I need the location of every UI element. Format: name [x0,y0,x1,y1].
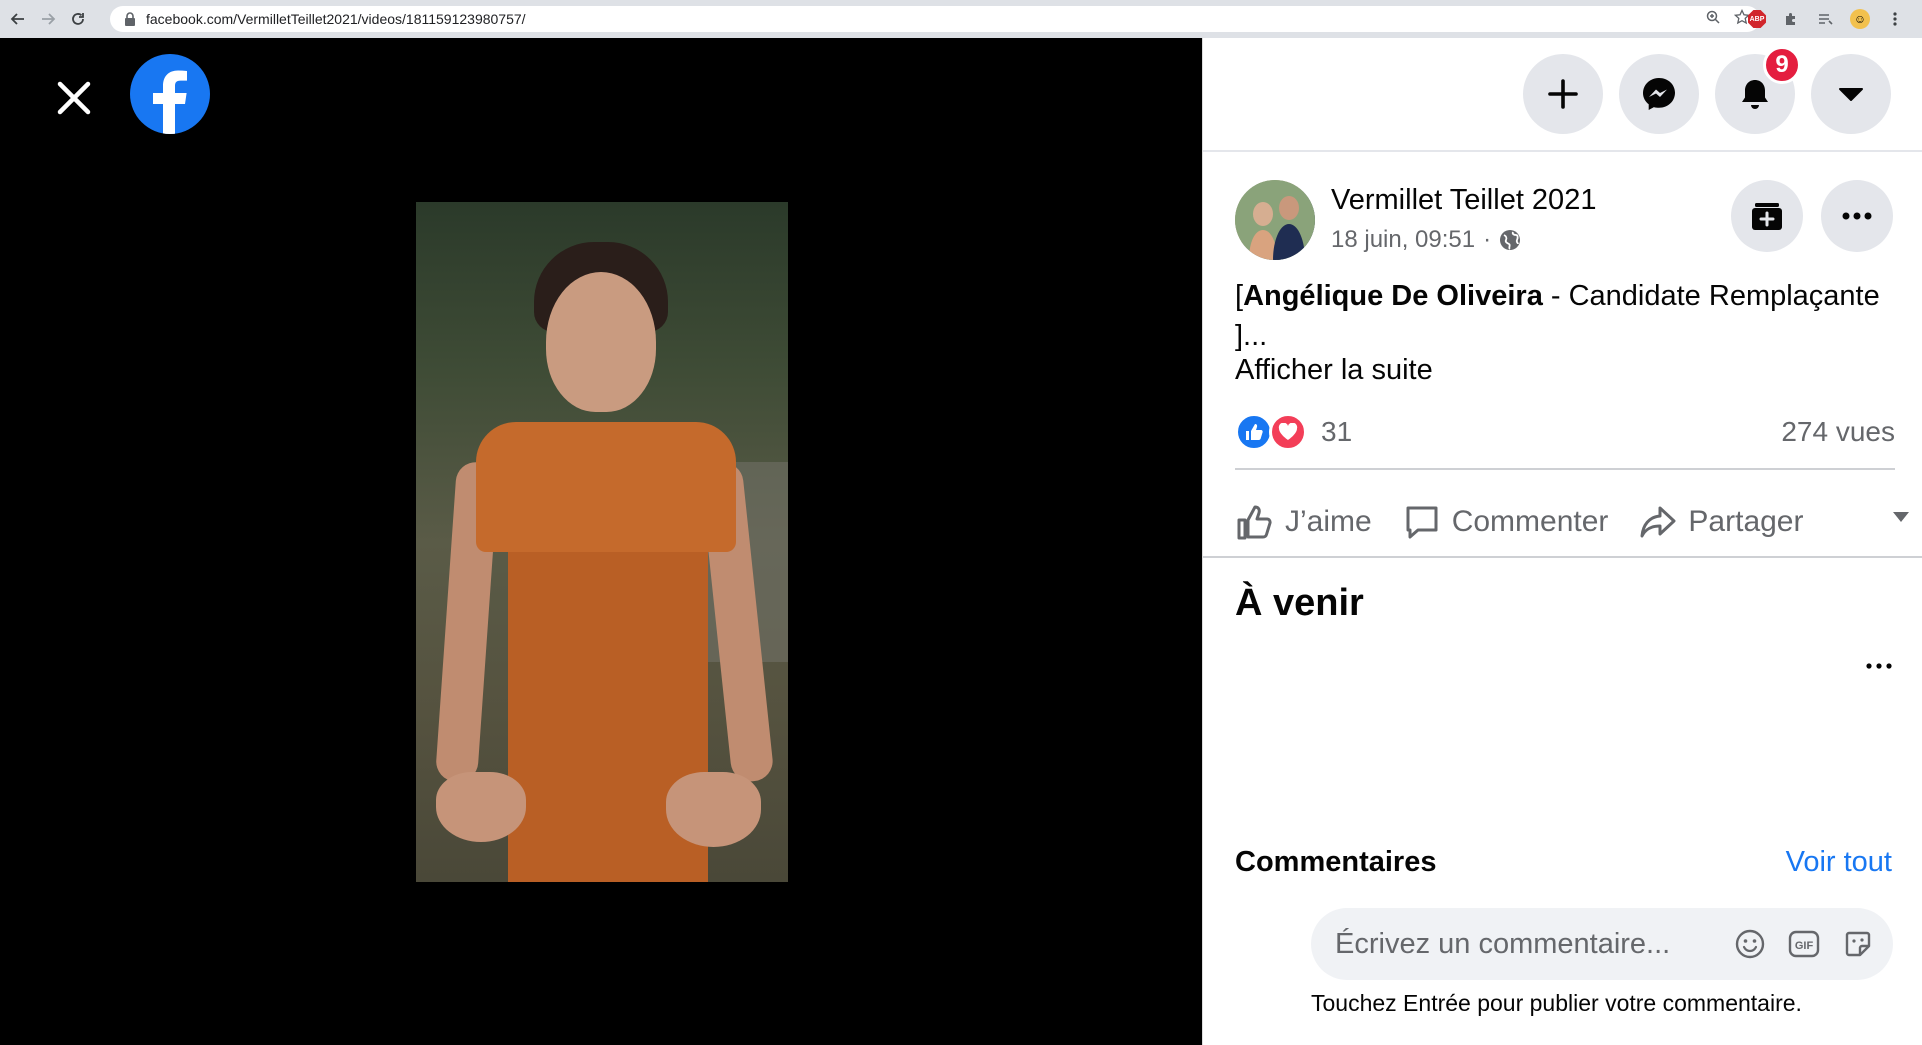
comment-composer[interactable]: GIF [1311,908,1893,980]
see-more-link[interactable]: Afficher la suite [1235,354,1433,387]
video-figure-hand [436,772,526,842]
post-text-continuation: ]... [1235,320,1268,352]
post-date[interactable]: 18 juin, 09:51 [1331,226,1475,254]
emoji-icon[interactable] [1733,927,1767,961]
more-dots-icon [1842,212,1872,220]
browser-chrome: facebook.com/VermilletTeillet2021/videos… [0,0,1922,38]
browser-nav [0,0,90,38]
close-icon[interactable] [52,76,96,120]
meta-separator: · [1483,226,1492,253]
upcoming-title: À venir [1235,582,1364,624]
forward-arrow-icon[interactable] [36,7,60,31]
profile-avatar-icon[interactable]: ☺ [1850,9,1870,29]
like-label: J’aime [1285,505,1372,538]
share-label: Partager [1688,505,1804,538]
reactions-row: 31 274 vues [1235,404,1895,460]
adblock-icon[interactable]: ABP [1748,10,1766,28]
video-figure-top [476,422,736,552]
lock-icon [125,12,135,26]
video-stage [0,38,1202,1045]
divider [1235,468,1895,470]
post-text-mention[interactable]: Angélique De Oliveira [1243,280,1543,312]
back-arrow-icon[interactable] [6,7,30,31]
composer-icons: GIF [1733,908,1875,980]
post-meta: 18 juin, 09:51 · [1331,226,1521,254]
love-reaction-icon [1269,413,1307,451]
top-actions-bar: 9 [1203,38,1922,152]
gif-icon[interactable]: GIF [1787,927,1821,961]
page-avatar[interactable] [1235,180,1315,260]
reaction-count[interactable]: 31 [1321,416,1352,448]
notifications-button[interactable]: 9 [1715,46,1801,134]
divider [1203,556,1922,558]
post-text: [Angélique De Oliveira - Candidate Rempl… [1235,276,1895,356]
upcoming-more-icon[interactable] [1866,648,1892,676]
like-reaction-icon [1235,413,1273,451]
share-arrow-icon [1640,506,1676,538]
comment-label: Commenter [1451,505,1609,538]
video-figure-hand [666,772,761,847]
post-more-button[interactable] [1821,180,1893,252]
reload-icon[interactable] [66,7,90,31]
bell-icon [1742,80,1768,109]
notification-count-badge: 9 [1763,46,1801,84]
messenger-icon [1643,78,1675,110]
address-bar[interactable]: facebook.com/VermilletTeillet2021/videos… [110,6,1760,32]
comment-button[interactable]: Commenter [1402,502,1609,542]
kebab-menu-icon[interactable] [1886,10,1904,28]
extensions-area: ABP ☺ [1748,0,1904,38]
video-player[interactable] [416,202,788,882]
post-text-bracket: [ [1235,280,1244,312]
reaction-icons[interactable] [1235,413,1307,451]
url-text: facebook.com/VermilletTeillet2021/videos… [146,11,526,27]
like-button[interactable]: J’aime [1235,502,1372,542]
thumbs-up-icon [1237,505,1272,540]
post-actions: J’aime Commenter Partager [1235,482,1915,562]
comment-bubble-icon [1406,506,1438,539]
reading-list-icon[interactable] [1816,10,1834,28]
see-all-comments-link[interactable]: Voir tout [1786,846,1892,879]
puzzle-icon[interactable] [1782,10,1800,28]
view-count: 274 vues [1781,416,1895,447]
share-button[interactable]: Partager [1638,502,1804,542]
comment-input[interactable] [1335,927,1715,961]
globe-icon [1500,230,1521,250]
page-name[interactable]: Vermillet Teillet 2021 [1331,184,1596,217]
post-header: Vermillet Teillet 2021 18 juin, 09:51 · [1235,180,1895,270]
caret-down-icon [1839,88,1863,101]
account-menu-button[interactable] [1811,54,1891,134]
share-options-caret-icon[interactable] [1893,512,1909,522]
save-bookmark-icon [1752,203,1782,230]
comment-hint: Touchez Entrée pour publier votre commen… [1311,990,1802,1016]
messenger-button[interactable] [1619,54,1699,134]
save-video-button[interactable] [1731,180,1803,252]
sticker-icon[interactable] [1841,927,1875,961]
create-button[interactable] [1523,54,1603,134]
post-side-panel: 9 Vermillet Teillet 2021 18 juin, 09:51 … [1202,38,1922,1045]
plus-icon [1548,79,1578,109]
post-text-rest: - Candidate Remplaçante [1542,280,1880,312]
zoom-icon[interactable] [1706,10,1720,29]
video-figure-head [546,272,656,412]
facebook-logo-icon[interactable] [130,54,210,134]
svg-text:GIF: GIF [1795,940,1814,952]
comments-title: Commentaires [1235,846,1437,878]
